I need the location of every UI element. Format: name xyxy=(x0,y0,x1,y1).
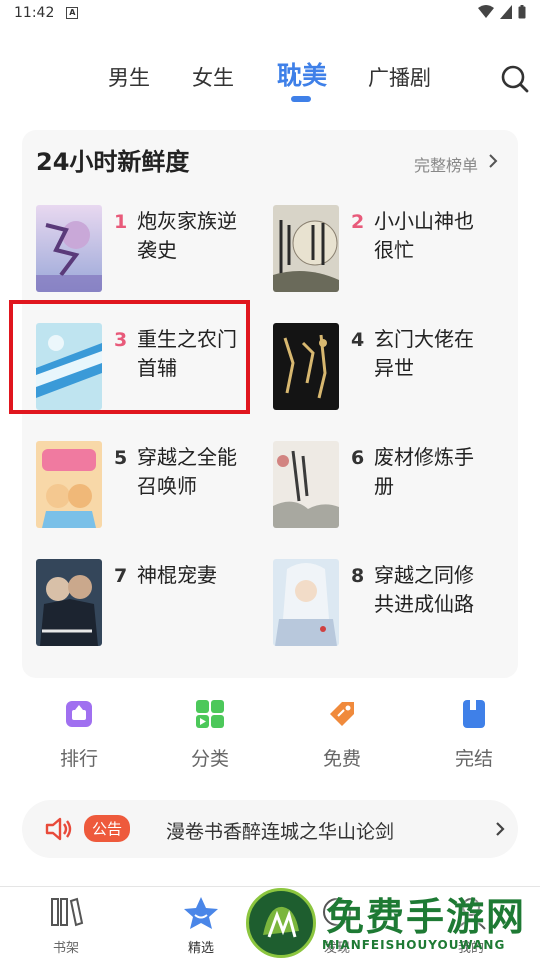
tag-icon xyxy=(330,702,354,726)
book-cover xyxy=(273,441,339,528)
book-title: 神棍宠妻 xyxy=(137,563,217,587)
book-item[interactable]: 8 穿越之同修共进成仙路 xyxy=(273,559,509,649)
nav-bookshelf-label: 书架 xyxy=(52,941,79,956)
ranking-title: 24小时新鲜度 xyxy=(36,148,190,176)
book-item[interactable]: 2 小小山神也很忙 xyxy=(273,205,509,295)
book-title: 穿越之全能召唤师 xyxy=(137,445,237,498)
quick-completed-label: 完结 xyxy=(454,748,493,770)
book-item[interactable]: 7 神棍宠妻 xyxy=(36,559,272,649)
wifi-icon xyxy=(478,5,494,18)
book-rank: 7 xyxy=(114,565,128,587)
book-title: 穿越之同修共进成仙路 xyxy=(374,563,474,616)
book-rank: 6 xyxy=(351,447,365,469)
tab-danmei[interactable]: 耽美 xyxy=(277,56,327,92)
book-cover xyxy=(273,205,339,292)
quick-ranking[interactable]: 排行 xyxy=(39,698,119,771)
quick-completed[interactable]: 完结 xyxy=(434,698,514,771)
watermark: 免费手游网 MIANFEISHOUYOUWANG xyxy=(244,886,540,960)
quick-ranking-label: 排行 xyxy=(59,748,98,770)
book-rank: 2 xyxy=(351,211,365,233)
bookshelf-icon xyxy=(51,897,84,927)
book-title: 废材修炼手册 xyxy=(374,445,474,498)
quick-category-label: 分类 xyxy=(190,748,229,770)
watermark-title: 免费手游网 xyxy=(326,894,527,939)
search-icon[interactable] xyxy=(500,64,530,94)
top-tabs: 男生 女生 耽美 广播剧 xyxy=(0,56,540,112)
book-item[interactable]: 4 玄门大佬在异世 xyxy=(273,323,509,413)
quick-free-label: 免费 xyxy=(322,748,361,770)
battery-icon xyxy=(518,5,526,19)
chevron-right-icon[interactable] xyxy=(486,152,500,170)
quick-free[interactable]: 免费 xyxy=(302,698,382,771)
highlight-box xyxy=(9,300,250,414)
chevron-right-icon[interactable] xyxy=(494,820,506,838)
book-cover xyxy=(36,559,102,646)
book-item[interactable]: 6 废材修炼手册 xyxy=(273,441,509,531)
book-cover xyxy=(36,441,102,528)
tab-radio-drama[interactable]: 广播剧 xyxy=(368,62,431,92)
notice-badge: 公告 xyxy=(84,815,131,842)
book-cover xyxy=(273,323,339,410)
notice-text: 漫卷书香醉连城之华山论剑 xyxy=(166,821,395,843)
book-title: 炮灰家族逆袭史 xyxy=(137,209,237,262)
quick-nav: 排行 分类 免费 完结 xyxy=(0,698,540,778)
notification-icon: A xyxy=(66,7,79,19)
notice-bar[interactable]: 公告 漫卷书香醉连城之华山论剑 xyxy=(22,800,518,858)
book-rank: 8 xyxy=(351,565,365,587)
status-bar: 11:42 A xyxy=(0,0,540,26)
book-rank: 5 xyxy=(114,447,128,469)
book-item[interactable]: 1 炮灰家族逆袭史 xyxy=(36,205,272,295)
book-item[interactable]: 5 穿越之全能召唤师 xyxy=(36,441,272,531)
nav-featured-label: 精选 xyxy=(187,941,214,956)
star-icon xyxy=(184,897,218,929)
book-title: 小小山神也很忙 xyxy=(374,209,474,262)
nav-featured[interactable]: 精选 xyxy=(166,895,236,956)
ranking-icon xyxy=(66,701,92,727)
signal-icon xyxy=(500,5,512,19)
book-cover xyxy=(36,205,102,292)
nav-bookshelf[interactable]: 书架 xyxy=(31,895,101,956)
tab-male[interactable]: 男生 xyxy=(108,62,150,92)
watermark-subtitle: MIANFEISHOUYOUWANG xyxy=(322,938,506,952)
speaker-icon xyxy=(45,817,72,841)
book-rank: 4 xyxy=(351,329,365,351)
status-time: 11:42 xyxy=(14,5,55,21)
category-icon xyxy=(196,700,224,728)
book-icon xyxy=(463,700,485,728)
book-rank: 1 xyxy=(114,211,128,233)
tab-female[interactable]: 女生 xyxy=(192,62,234,92)
book-cover xyxy=(273,559,339,646)
full-ranking-link[interactable]: 完整榜单 xyxy=(414,152,478,176)
tab-indicator xyxy=(291,96,311,102)
watermark-logo-icon xyxy=(246,888,316,958)
book-title: 玄门大佬在异世 xyxy=(374,327,474,380)
quick-category[interactable]: 分类 xyxy=(170,698,250,771)
